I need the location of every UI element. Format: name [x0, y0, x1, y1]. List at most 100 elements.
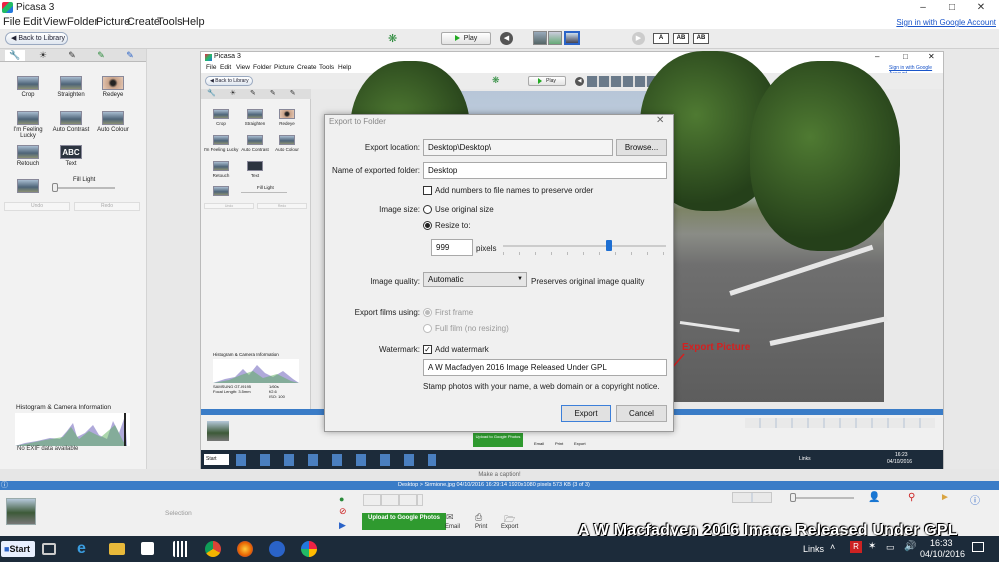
map-pin-icon[interactable]: ⚲ [908, 492, 915, 503]
sign-in-link[interactable]: Sign in with Google Account [896, 18, 996, 27]
text-size-ab-large-button[interactable]: AB [693, 33, 709, 44]
redo-button[interactable]: Redo [74, 202, 140, 211]
email-icon[interactable]: ✉ [446, 512, 454, 523]
undo-button[interactable]: Undo [4, 202, 70, 211]
menu-create[interactable]: Create [127, 16, 160, 28]
inner-print-label: Print [555, 441, 564, 446]
folder-name-field[interactable]: Desktop [423, 162, 667, 179]
brush-icon[interactable]: ✎ [62, 50, 82, 61]
brush-green-icon[interactable]: ✎ [91, 50, 111, 61]
inner-fill-thumb [205, 186, 237, 198]
menu-view[interactable]: View [43, 16, 67, 28]
watermark-text-field[interactable]: A W Macfadyen 2016 Image Released Under … [423, 359, 667, 376]
add-watermark-checkbox[interactable]: ✓ [423, 345, 432, 354]
resize-radio[interactable] [423, 221, 432, 230]
volume-icon[interactable]: 🔊 [904, 541, 916, 552]
crop-icon [17, 76, 39, 90]
crop-tool[interactable]: Crop [8, 76, 48, 98]
info-circle-icon[interactable]: ⓘ [1, 481, 8, 490]
menu-folder[interactable]: Folder [67, 16, 98, 28]
filmstrip-thumb-1[interactable] [533, 31, 547, 45]
view-toggle-buttons[interactable] [732, 492, 772, 503]
text-size-a-button[interactable]: A [653, 33, 669, 44]
antivirus-2-icon[interactable]: ✶ [868, 541, 876, 552]
resize-pixels-field[interactable]: 999 [431, 239, 473, 256]
rotate-star-buttons[interactable] [363, 494, 423, 506]
network-icon[interactable]: ▭ [886, 542, 895, 553]
clock-time[interactable]: 16:33 [930, 538, 953, 548]
print-icon[interactable]: ⎙ [475, 512, 482, 523]
back-to-library-button[interactable]: ◀ Back to Library [5, 32, 68, 45]
straighten-tool[interactable]: Straighten [51, 76, 91, 98]
filmstrip-thumb-3-selected[interactable] [564, 31, 580, 45]
text-tool[interactable]: ABC Text [51, 145, 91, 167]
tag-icon[interactable]: ▶ [339, 520, 346, 531]
export-location-field[interactable]: Desktop\Desktop\ [423, 139, 613, 156]
brush-blue-icon[interactable]: ✎ [120, 50, 140, 61]
tag-label-icon[interactable]: ► [940, 492, 950, 503]
picasa-taskbar-icon[interactable] [301, 541, 317, 557]
zoom-slider-knob[interactable] [790, 493, 796, 502]
auto-contrast-tool[interactable]: Auto Contrast [51, 111, 91, 133]
auto-colour-tool[interactable]: Auto Colour [93, 111, 133, 133]
chrome-icon[interactable] [205, 541, 221, 557]
zoom-slider[interactable] [790, 497, 854, 499]
resize-slider-track[interactable] [503, 245, 666, 247]
full-film-radio[interactable] [423, 324, 432, 333]
file-explorer-icon[interactable] [109, 543, 125, 555]
caption-placeholder: Make a caption! [478, 472, 521, 478]
text-size-ab-button[interactable]: AB [673, 33, 689, 44]
export-button[interactable]: Export [561, 405, 611, 422]
first-frame-radio[interactable] [423, 308, 432, 317]
redeye-tool[interactable]: Redeye [93, 76, 133, 98]
firefox-icon[interactable] [237, 541, 253, 557]
retouch-tool[interactable]: Retouch [8, 145, 48, 167]
resize-slider-knob[interactable] [605, 240, 612, 251]
play-button[interactable]: Play [441, 32, 491, 45]
fill-light-slider[interactable] [53, 187, 115, 189]
action-center-icon[interactable] [972, 542, 984, 552]
edge-icon[interactable]: e [77, 541, 93, 557]
collage-icon[interactable]: ❋ [388, 32, 404, 45]
next-photo-button[interactable]: ▶ [632, 32, 645, 45]
image-quality-value: Automatic [428, 275, 464, 284]
upload-google-photos-button[interactable]: Upload to Google Photos [362, 513, 446, 530]
dialog-close-button[interactable]: ✕ [656, 115, 664, 126]
sun-icon[interactable]: ☀ [33, 50, 53, 61]
tray-thumbnail[interactable] [6, 498, 36, 525]
filmstrip-thumb-2[interactable] [548, 31, 562, 45]
wrench-icon[interactable]: 🔧 [5, 50, 25, 61]
store-icon[interactable] [141, 542, 154, 555]
clock-date[interactable]: 04/10/2016 [920, 549, 965, 559]
image-size-label: Image size: [379, 205, 420, 214]
menu-picture[interactable]: Picture [96, 16, 130, 28]
maximize-button[interactable]: □ [939, 0, 965, 15]
cancel-button[interactable]: Cancel [616, 405, 667, 422]
remove-red-icon[interactable]: ⊘ [339, 506, 347, 517]
image-quality-select[interactable]: Automatic ▼ [423, 272, 527, 287]
start-button[interactable]: ■Start [1, 541, 35, 557]
fill-light-slider-knob[interactable] [52, 183, 58, 192]
use-original-radio[interactable] [423, 205, 432, 214]
inner-title: Picasa 3 [214, 53, 241, 60]
feeling-lucky-tool[interactable]: I'm Feeling Lucky [5, 111, 51, 139]
people-icon[interactable]: 👤 [868, 492, 880, 503]
menu-edit[interactable]: Edit [23, 16, 42, 28]
previous-photo-button[interactable]: ◀ [500, 32, 513, 45]
add-numbers-checkbox[interactable] [423, 186, 432, 195]
antivirus-icon[interactable]: R [850, 541, 862, 553]
close-button[interactable]: ✕ [968, 0, 994, 15]
task-view-icon[interactable] [42, 543, 56, 555]
menu-file[interactable]: File [3, 16, 21, 28]
thunderbird-icon[interactable] [269, 541, 285, 557]
menu-help[interactable]: Help [182, 16, 205, 28]
info-icon[interactable]: ⓘ [970, 492, 980, 507]
auto-colour-icon [102, 111, 124, 125]
menu-tools[interactable]: Tools [157, 16, 183, 28]
chevron-up-icon[interactable]: ˄ [830, 542, 835, 552]
pin-green-icon[interactable]: ● [339, 494, 344, 504]
browse-button[interactable]: Browse... [616, 139, 667, 156]
caption-bar[interactable]: Make a caption! [0, 469, 999, 481]
calculator-icon[interactable] [173, 541, 189, 557]
minimize-button[interactable]: – [910, 0, 936, 15]
